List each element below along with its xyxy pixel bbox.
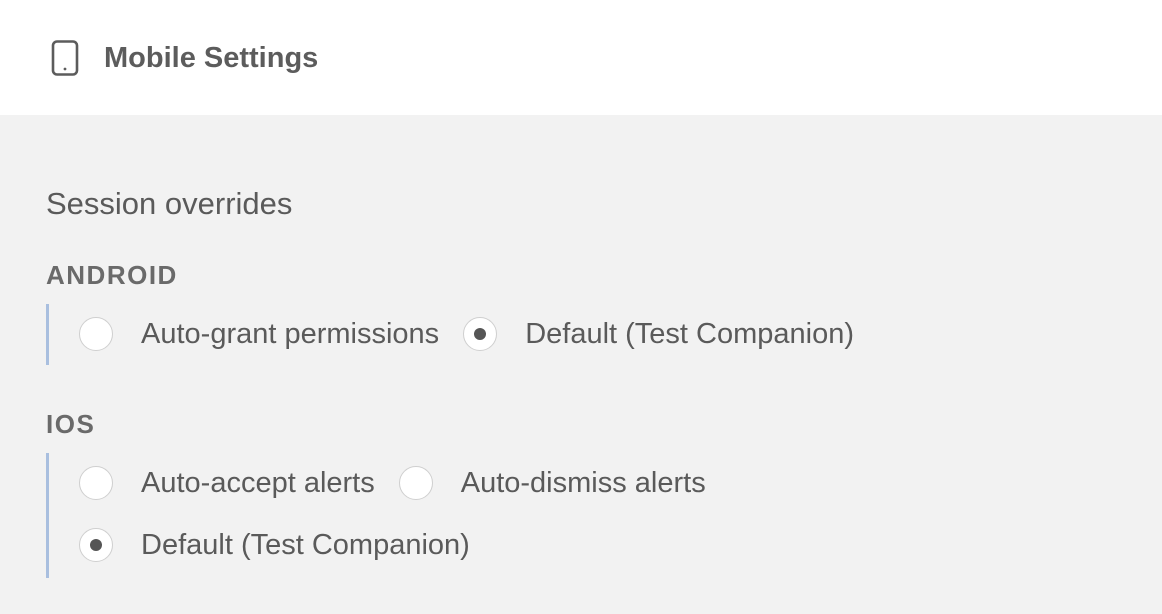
ios-option-label: Auto-dismiss alerts (460, 467, 706, 499)
ios-option-label: Default (Test Companion) (141, 529, 470, 561)
ios-option-label: Auto-accept alerts (141, 467, 375, 499)
ios-radio-row: Auto-accept alerts Auto-dismiss alerts (79, 463, 706, 503)
android-radio-row: Auto-grant permissions Default (Test Com… (79, 314, 854, 354)
android-radio-default[interactable] (463, 317, 498, 351)
ios-radio-row: Default (Test Companion) (79, 525, 470, 565)
android-option-default[interactable]: Default (Test Companion) (463, 316, 854, 352)
android-label: ANDROID (46, 260, 178, 290)
android-option-label: Default (Test Companion) (525, 318, 855, 350)
android-option-label: Auto-grant permissions (141, 318, 440, 350)
ios-radio-auto-dismiss[interactable] (398, 466, 433, 500)
section-title: Session overrides (46, 186, 293, 221)
ios-option-auto-dismiss-alerts[interactable]: Auto-dismiss alerts (398, 465, 706, 501)
android-radio-auto-grant[interactable] (79, 317, 113, 351)
android-options-group: Auto-grant permissions Default (Test Com… (46, 304, 854, 365)
settings-panel: Session overrides ANDROID Auto-grant per… (0, 115, 1162, 614)
mobile-phone-icon (51, 40, 79, 76)
android-option-auto-grant-permissions[interactable]: Auto-grant permissions (79, 316, 439, 352)
page-title: Mobile Settings (104, 42, 319, 74)
ios-label: IOS (46, 409, 96, 439)
ios-option-default[interactable]: Default (Test Companion) (79, 527, 470, 563)
ios-radio-default[interactable] (79, 528, 113, 562)
ios-option-auto-accept-alerts[interactable]: Auto-accept alerts (79, 465, 375, 501)
ios-options-group: Auto-accept alerts Auto-dismiss alerts D… (46, 453, 706, 578)
settings-header: Mobile Settings (0, 0, 1162, 115)
ios-radio-auto-accept[interactable] (79, 466, 113, 500)
